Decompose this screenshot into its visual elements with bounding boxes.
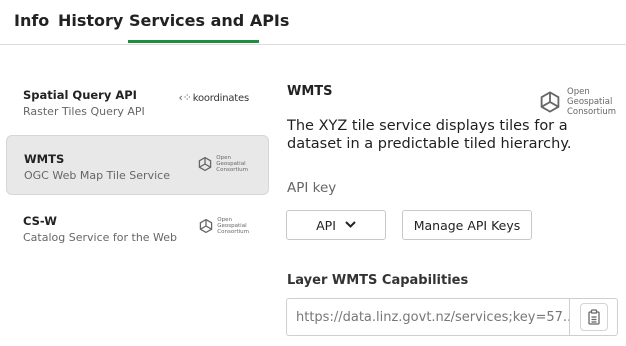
- manage-api-keys-button[interactable]: Manage API Keys: [402, 210, 532, 240]
- capabilities-url-field[interactable]: [286, 298, 570, 336]
- service-item-spatial-query-api[interactable]: Spatial Query API Raster Tiles Query API…: [6, 72, 269, 132]
- capabilities-label: Layer WMTS Capabilities: [287, 273, 469, 288]
- tab-history[interactable]: History: [58, 11, 123, 30]
- api-dropdown-button[interactable]: API: [286, 210, 386, 240]
- service-item-wmts[interactable]: WMTS OGC Web Map Tile Service Open Geosp…: [6, 135, 269, 195]
- api-key-label: API key: [287, 180, 337, 196]
- ogc-logo-icon: Open Geospatial Consortium: [538, 87, 616, 117]
- clipboard-icon: [579, 303, 608, 331]
- tab-info[interactable]: Info: [14, 11, 49, 30]
- service-description: Raster Tiles Query API: [23, 105, 145, 118]
- service-name: WMTS: [24, 152, 65, 166]
- detail-description: The XYZ tile service displays tiles for …: [287, 118, 572, 152]
- service-description: OGC Web Map Tile Service: [24, 169, 170, 182]
- chevron-down-icon: [345, 220, 356, 231]
- service-description: Catalog Service for the Web: [23, 231, 178, 244]
- api-button-label: API: [316, 217, 336, 233]
- koordinates-logo-icon: ‹⁘koordinates: [178, 91, 249, 104]
- copy-button[interactable]: [569, 298, 618, 336]
- ogc-logo-icon: Open Geospatial Consortium: [198, 217, 249, 235]
- detail-title: WMTS: [287, 84, 333, 99]
- ogc-logo-icon: Open Geospatial Consortium: [197, 155, 248, 173]
- tab-services-and-apis[interactable]: Services and APIs: [129, 11, 289, 30]
- service-item-cs-w[interactable]: CS-W Catalog Service for the Web Open Ge…: [6, 198, 269, 258]
- active-tab-indicator: [128, 40, 259, 43]
- tab-bar: Info History Services and APIs: [0, 0, 626, 45]
- service-name: CS-W: [23, 214, 57, 228]
- service-name: Spatial Query API: [23, 88, 137, 102]
